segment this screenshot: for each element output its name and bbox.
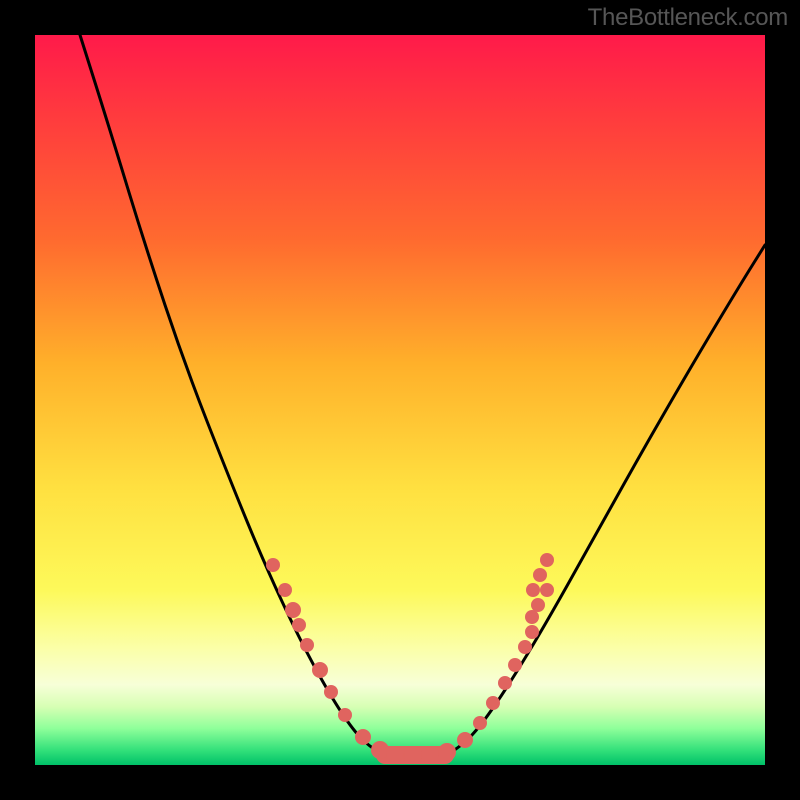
scatter-dot: [526, 583, 540, 597]
scatter-dot: [312, 662, 328, 678]
scatter-dot: [404, 746, 422, 764]
scatter-dot: [540, 583, 554, 597]
scatter-dot: [386, 746, 404, 764]
left-curve: [80, 35, 385, 755]
scatter-dot: [338, 708, 352, 722]
scatter-dot: [421, 746, 439, 764]
scatter-dot: [292, 618, 306, 632]
scatter-dot: [285, 602, 301, 618]
curve-layer: [35, 35, 765, 765]
scatter-dot: [438, 743, 456, 761]
scatter-dot: [300, 638, 314, 652]
scatter-dot: [531, 598, 545, 612]
plot-area: [35, 35, 765, 765]
scatter-dot: [278, 583, 292, 597]
scatter-dot: [457, 732, 473, 748]
scatter-dot: [533, 568, 547, 582]
scatter-dot: [525, 625, 539, 639]
scatter-dot: [355, 729, 371, 745]
right-curve: [445, 245, 765, 755]
scatter-dot: [266, 558, 280, 572]
scatter-dot: [498, 676, 512, 690]
scatter-dot: [324, 685, 338, 699]
watermark-text: TheBottleneck.com: [588, 4, 788, 32]
scatter-dot: [518, 640, 532, 654]
scatter-dot: [525, 610, 539, 624]
scatter-dot: [486, 696, 500, 710]
scatter-dot: [540, 553, 554, 567]
scatter-dot: [473, 716, 487, 730]
scatter-dot: [508, 658, 522, 672]
chart-frame: TheBottleneck.com: [0, 0, 800, 800]
